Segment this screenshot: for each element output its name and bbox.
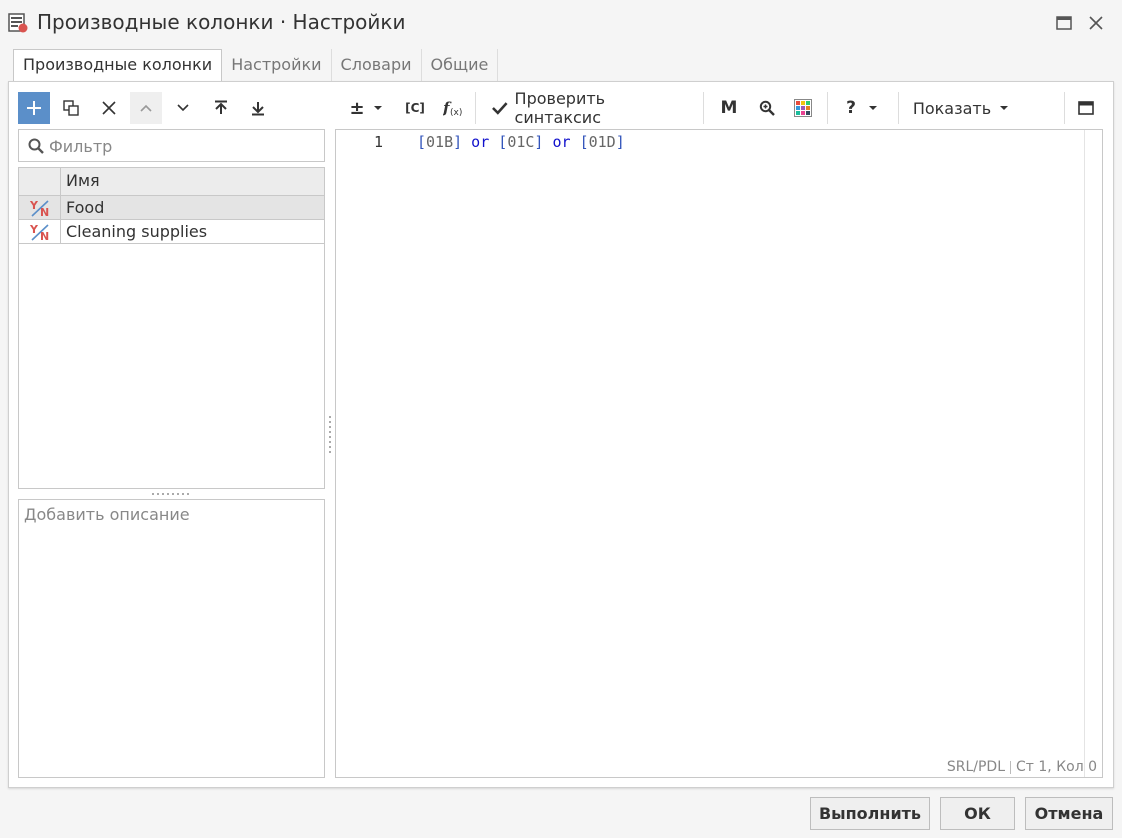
ok-button[interactable]: ОК — [940, 797, 1015, 830]
code-line[interactable]: [01B] or [01C] or [01D] — [417, 133, 625, 151]
move-top-button[interactable] — [206, 92, 236, 124]
tab-settings[interactable]: Настройки — [222, 49, 332, 82]
bracket: [ — [417, 133, 427, 151]
zoom-icon — [759, 100, 775, 116]
window-title: Производные колонки · Настройки — [37, 10, 406, 34]
plus-minus-label: ± — [349, 97, 365, 119]
show-dropdown[interactable]: Показать — [906, 92, 1016, 124]
show-label: Показать — [912, 98, 992, 118]
help-button[interactable]: ? — [838, 92, 886, 124]
maximize-icon[interactable] — [1053, 12, 1075, 34]
svg-text:N: N — [40, 230, 49, 241]
move-down-button[interactable] — [168, 92, 198, 124]
description-input[interactable] — [19, 500, 324, 777]
filter-input[interactable] — [49, 135, 319, 157]
move-top-icon — [215, 100, 227, 114]
grid-header-icon-cell — [19, 168, 61, 195]
duplicate-icon — [63, 100, 79, 116]
close-icon[interactable] — [1085, 12, 1107, 34]
delete-icon — [102, 101, 116, 115]
bracket: [ — [579, 133, 589, 151]
macro-label: M — [720, 98, 738, 118]
calculator-column-icon — [8, 13, 28, 33]
move-bottom-button[interactable] — [243, 92, 273, 124]
add-button[interactable] — [18, 92, 50, 124]
bracket: ] — [453, 133, 463, 151]
grid-header: Имя — [19, 168, 324, 196]
duplicate-button[interactable] — [56, 92, 86, 124]
bracket: [ — [498, 133, 508, 151]
column-ref: 01B — [426, 133, 454, 151]
description-box — [18, 499, 325, 778]
chevron-down-icon — [868, 106, 877, 110]
tab-derived-columns[interactable]: Производные колонки — [13, 49, 223, 82]
derived-column-icon: Y N — [29, 223, 49, 241]
macro-button[interactable]: M — [714, 92, 744, 124]
derived-column-icon-cell: Y N — [19, 196, 61, 219]
line-number: 1 — [374, 133, 384, 151]
column-ref: 01D — [588, 133, 616, 151]
title-bar: Производные колонки · Настройки — [0, 0, 1122, 46]
function-icon: f (x) — [443, 99, 462, 117]
plus-icon — [27, 101, 41, 115]
insert-function-button[interactable]: f (x) — [438, 92, 468, 124]
move-down-icon — [177, 104, 189, 112]
status-language: SRL/PDL — [946, 759, 1005, 775]
check-icon — [492, 102, 508, 115]
search-icon — [28, 138, 44, 154]
insert-column-button[interactable]: [C] — [400, 92, 430, 124]
color-grid-icon — [794, 99, 812, 117]
columns-grid: Имя Y N Food Y N Cleaning supplies — [18, 167, 325, 489]
table-row[interactable]: Y N Cleaning supplies — [19, 220, 324, 244]
toolbar-separator — [827, 92, 828, 124]
check-syntax-button[interactable]: Проверить синтаксис — [486, 89, 692, 127]
chevron-down-icon — [373, 106, 382, 110]
status-separator — [1010, 760, 1011, 774]
tab-general[interactable]: Общие — [422, 49, 499, 82]
tab-bar: Производные колонки Настройки Словари Об… — [13, 49, 499, 82]
move-bottom-icon — [252, 102, 264, 116]
column-ref-label: [C] — [405, 101, 425, 115]
toolbar-separator — [703, 92, 704, 124]
tab-dictionaries[interactable]: Словари — [332, 49, 422, 82]
zoom-button[interactable] — [752, 92, 782, 124]
help-label: ? — [846, 98, 856, 118]
derived-column-icon-cell: Y N — [19, 220, 61, 243]
grid-header-name[interactable]: Имя — [61, 168, 324, 195]
row-name: Cleaning supplies — [66, 222, 208, 241]
horizontal-splitter[interactable] — [152, 492, 192, 496]
toolbar-separator — [1064, 92, 1065, 124]
run-button[interactable]: Выполнить — [810, 797, 930, 830]
svg-text:N: N — [40, 206, 49, 217]
panel-toggle-icon — [1078, 101, 1094, 115]
insert-operator-button[interactable]: ± — [344, 92, 388, 124]
chevron-down-icon — [1000, 106, 1009, 110]
table-row[interactable]: Y N Food — [19, 196, 324, 220]
status-position: Ст 1, Кол 0 — [1016, 759, 1097, 775]
panel-toggle-button[interactable] — [1072, 92, 1100, 124]
toolbar-separator — [475, 92, 476, 124]
svg-text:(x): (x) — [450, 108, 462, 117]
code-editor[interactable]: 1 [01B] or [01C] or [01D] SRL/PDL Ст 1, К… — [335, 129, 1103, 778]
column-ref: 01C — [507, 133, 535, 151]
cancel-button[interactable]: Отмена — [1025, 797, 1113, 830]
toolbar-separator — [898, 92, 899, 124]
delete-button[interactable] — [94, 92, 124, 124]
editor-scrollbar[interactable] — [1084, 130, 1085, 777]
move-up-icon — [140, 104, 152, 112]
move-up-button[interactable] — [130, 92, 162, 124]
row-name: Food — [66, 198, 105, 217]
editor-status: SRL/PDL Ст 1, Кол 0 — [947, 759, 1097, 775]
keyword: or — [543, 133, 580, 151]
derived-column-icon: Y N — [29, 199, 49, 217]
bracket: ] — [615, 133, 625, 151]
filter-box — [18, 129, 325, 162]
vertical-splitter[interactable] — [328, 416, 332, 456]
color-grid-button[interactable] — [788, 92, 818, 124]
check-syntax-label: Проверить синтаксис — [514, 89, 606, 127]
keyword: or — [462, 133, 499, 151]
